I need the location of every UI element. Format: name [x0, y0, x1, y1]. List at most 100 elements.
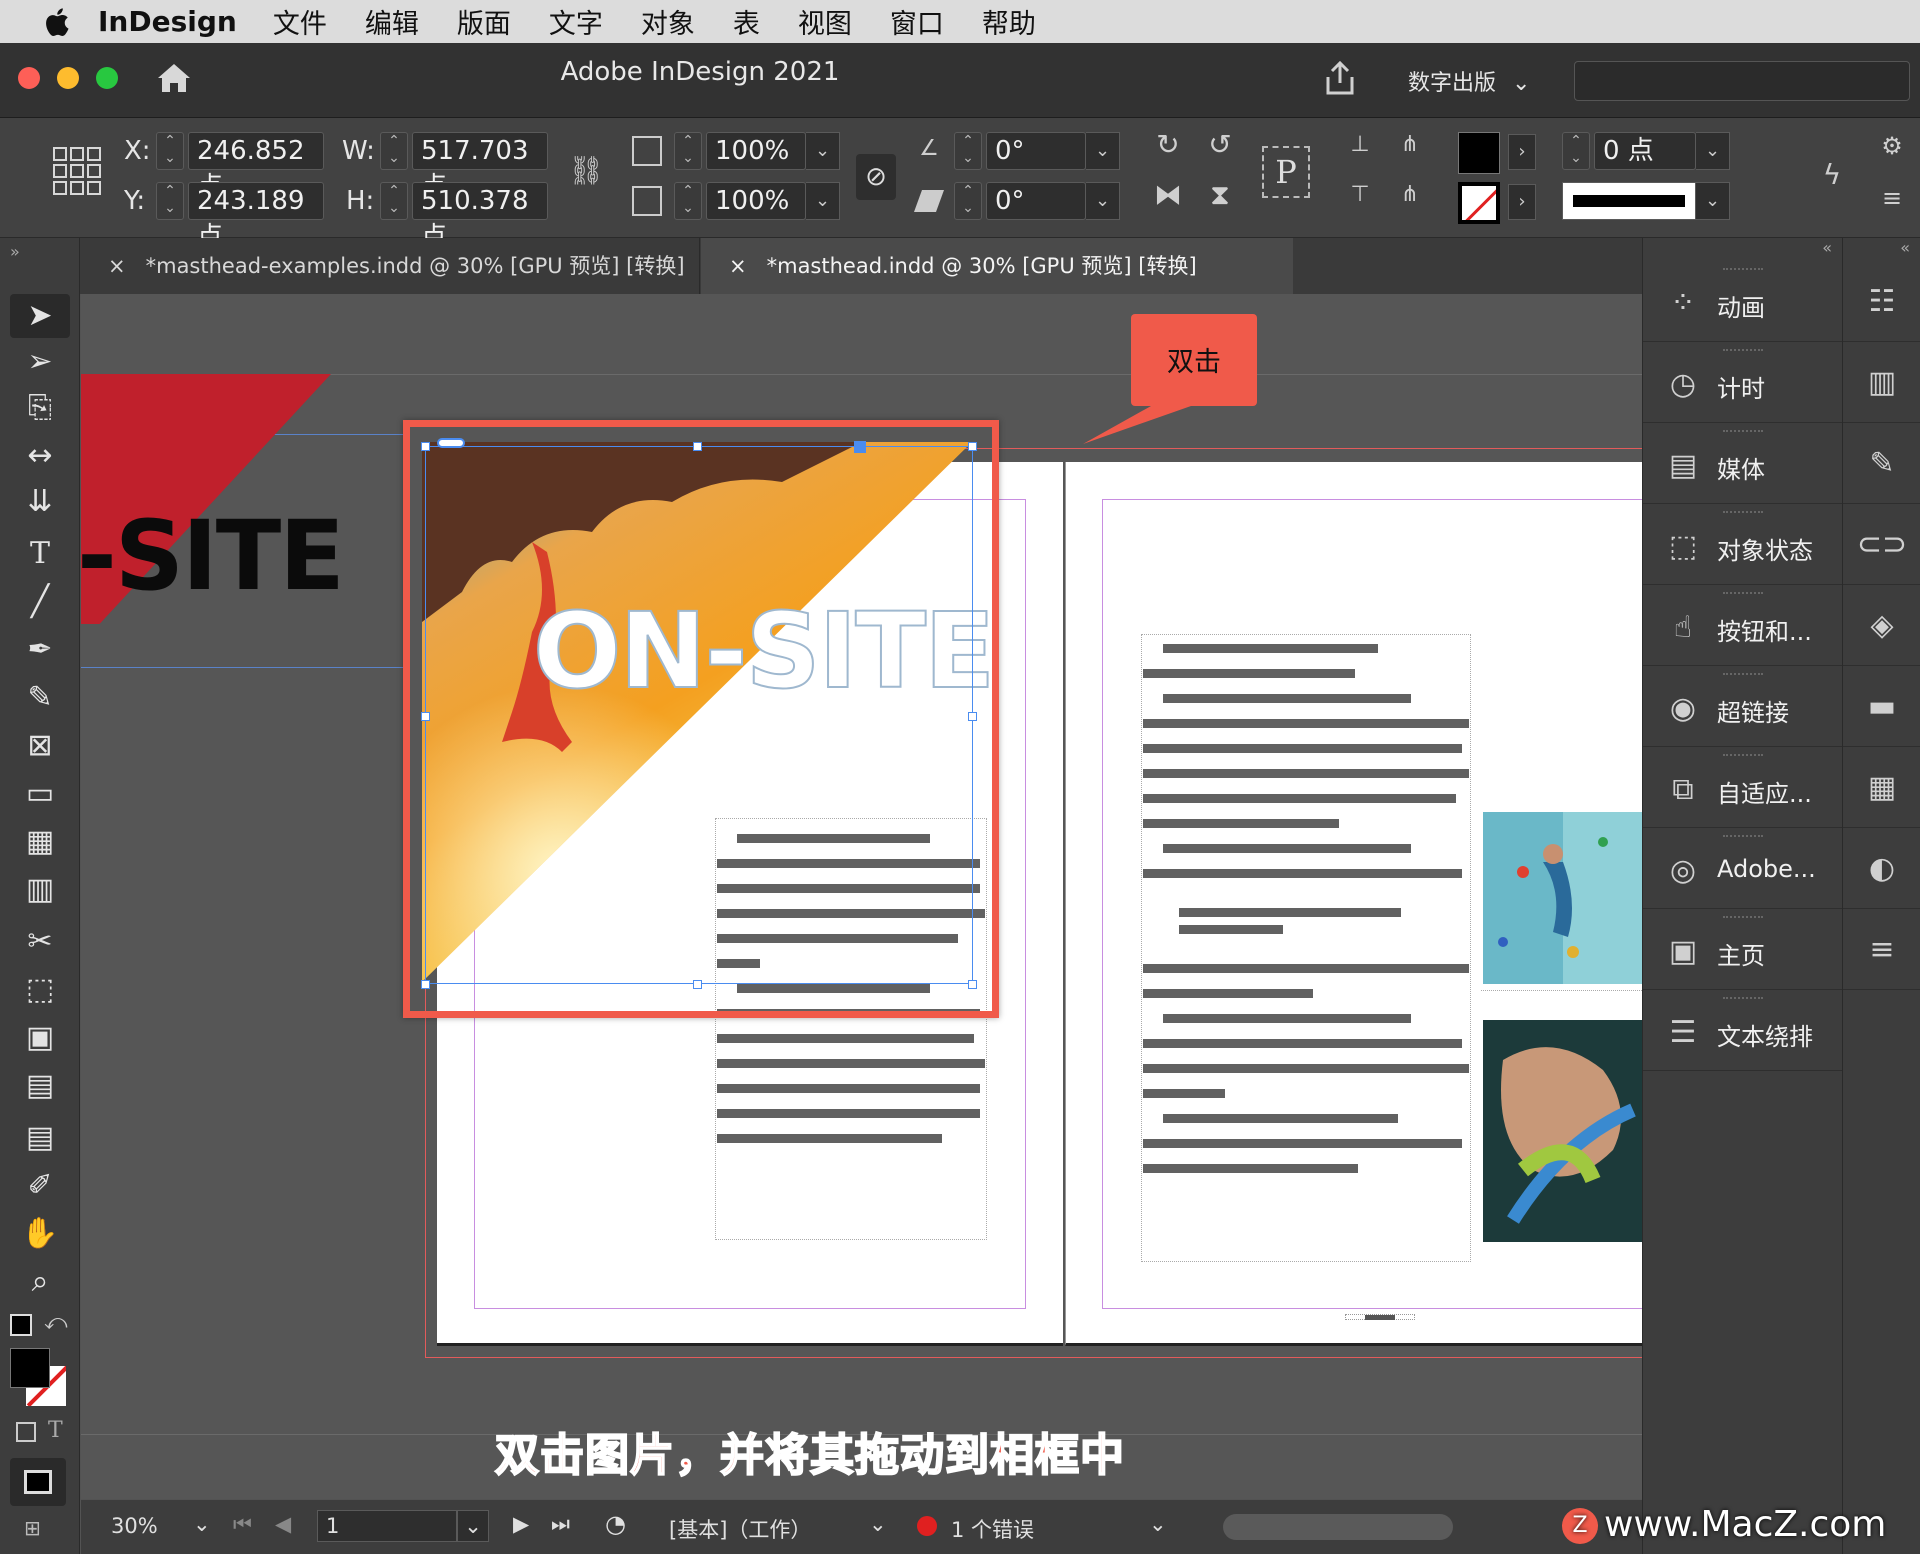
- note-tool-icon[interactable]: ▤: [0, 1116, 80, 1160]
- scale-y-stepper[interactable]: ⌃ ⌄: [674, 182, 702, 220]
- horizontal-scrollbar[interactable]: [1223, 1514, 1453, 1540]
- panel-timing[interactable]: ◷ 计时: [1643, 343, 1843, 423]
- select-container-icon[interactable]: ⊥: [1340, 132, 1380, 157]
- share-icon[interactable]: [1322, 59, 1358, 97]
- formatting-text-icon[interactable]: T: [48, 1418, 63, 1443]
- gradient-icon[interactable]: ▬: [1843, 667, 1920, 747]
- constrain-proportions-icon[interactable]: ⛓: [566, 154, 606, 187]
- cc-libraries-icon[interactable]: ▥: [1843, 343, 1920, 423]
- screen-mode-button[interactable]: [10, 1458, 66, 1506]
- flip-vertical-icon[interactable]: ⧗: [1200, 178, 1240, 212]
- rotate-dropdown[interactable]: ⌄: [1086, 132, 1120, 170]
- content-collector-icon[interactable]: ⇊: [0, 480, 80, 524]
- preflight-profile[interactable]: [基本]（工作）: [669, 1514, 811, 1544]
- menu-layout[interactable]: 版面: [457, 2, 511, 41]
- shear-dropdown[interactable]: ⌄: [1086, 182, 1120, 220]
- collapse-panel-icon[interactable]: «: [1822, 238, 1832, 257]
- y-field[interactable]: 243.189 点: [188, 182, 324, 252]
- panel-pages[interactable]: ▣ 主页: [1643, 910, 1843, 990]
- tab-masthead-examples[interactable]: × *masthead-examples.indd @ 30% [GPU 预览] …: [80, 238, 700, 294]
- gradient-swatch-tool-icon[interactable]: ▣: [0, 1016, 80, 1060]
- hand-tool-icon[interactable]: ✋: [0, 1212, 80, 1256]
- h-field[interactable]: 510.378 点: [412, 182, 548, 252]
- profile-dropdown-icon[interactable]: ⌄: [869, 1512, 887, 1536]
- swatches-icon[interactable]: ▦: [1843, 748, 1920, 828]
- shear-stepper[interactable]: ⌃ ⌄: [954, 182, 982, 220]
- stroke-swatch[interactable]: [1458, 182, 1500, 224]
- select-next-icon[interactable]: ⋔: [1390, 182, 1430, 207]
- edit-icon[interactable]: ✎: [1843, 424, 1920, 504]
- scale-x-field[interactable]: 100%: [706, 132, 806, 170]
- gradient-feather-tool-icon[interactable]: ▤: [0, 1064, 80, 1108]
- selection-tool-icon[interactable]: ➤: [10, 294, 70, 338]
- last-page-icon[interactable]: ⏭: [551, 1512, 570, 1537]
- swap-colors-icon[interactable]: ⤺: [44, 1310, 68, 1335]
- close-icon[interactable]: ×: [729, 254, 747, 278]
- stroke-weight-stepper[interactable]: ⌃ ⌄: [1562, 132, 1590, 170]
- panel-animation[interactable]: ⁘ 动画: [1643, 262, 1843, 342]
- gap-tool-icon[interactable]: ↔: [0, 434, 80, 478]
- line-tool-icon[interactable]: ╱: [0, 580, 80, 624]
- search-field[interactable]: [1574, 61, 1910, 101]
- x-stepper[interactable]: ⌃ ⌄: [156, 132, 184, 170]
- errors-dropdown-icon[interactable]: ⌄: [1149, 1512, 1167, 1536]
- rope-hands-photo[interactable]: [1483, 1020, 1642, 1242]
- menu-file[interactable]: 文件: [273, 2, 327, 41]
- panel-liquid-layout[interactable]: ⧉ 自适应...: [1643, 748, 1843, 828]
- color-icon[interactable]: ◐: [1843, 829, 1920, 909]
- rotate-stepper[interactable]: ⌃ ⌄: [954, 132, 982, 170]
- stroke-menu-button[interactable]: ›: [1508, 184, 1536, 220]
- rotate-field[interactable]: 0°: [986, 132, 1086, 170]
- table-tool-icon[interactable]: ▦: [0, 820, 80, 864]
- preflight-profile-icon[interactable]: ◔: [605, 1510, 626, 1538]
- w-stepper[interactable]: ⌃ ⌄: [380, 132, 408, 170]
- page-dropdown-icon[interactable]: ⌄: [457, 1510, 489, 1542]
- link-scale-icon[interactable]: ⊘: [856, 154, 896, 200]
- pasteboard-headline[interactable]: -SITE: [81, 500, 345, 612]
- flip-horizontal-icon[interactable]: ⧓: [1148, 178, 1188, 211]
- grid-tool-icon[interactable]: ▥: [0, 868, 80, 912]
- next-page-icon[interactable]: ▶: [513, 1512, 529, 1536]
- view-options-icon[interactable]: ⊞: [24, 1516, 41, 1540]
- menu-help[interactable]: 帮助: [982, 2, 1036, 41]
- panel-buttons[interactable]: ☝ 按钮和...: [1643, 586, 1843, 666]
- rotate-cw-icon[interactable]: ↻: [1148, 128, 1188, 161]
- error-count[interactable]: 1 个错误: [951, 1514, 1034, 1544]
- stroke-type-field[interactable]: [1562, 182, 1696, 220]
- menu-window[interactable]: 窗口: [890, 2, 944, 41]
- tab-masthead[interactable]: × *masthead.indd @ 30% [GPU 预览] [转换]: [701, 238, 1293, 294]
- properties-icon[interactable]: ☷: [1843, 262, 1920, 342]
- panel-media[interactable]: ▤ 媒体: [1643, 424, 1843, 504]
- pen-tool-icon[interactable]: ✒: [0, 628, 80, 672]
- panel-text-wrap[interactable]: ☰ 文本绕排: [1643, 991, 1843, 1071]
- layers-icon[interactable]: ◈: [1843, 586, 1920, 666]
- rectangle-tool-icon[interactable]: ▭: [0, 772, 80, 816]
- stroke-panel-icon[interactable]: ≡: [1843, 910, 1920, 990]
- stroke-weight-field[interactable]: 0 点: [1594, 132, 1696, 170]
- select-content-icon[interactable]: ⊤: [1340, 182, 1380, 207]
- eyedropper-tool-icon[interactable]: ✐: [0, 1164, 80, 1208]
- collapse-dock-icon[interactable]: «: [1900, 238, 1910, 257]
- quick-apply-icon[interactable]: ϟ: [1814, 158, 1850, 191]
- shear-field[interactable]: 0°: [986, 182, 1086, 220]
- apple-icon[interactable]: [40, 4, 76, 40]
- scale-y-field[interactable]: 100%: [706, 182, 806, 220]
- zoom-tool-icon[interactable]: ⌕: [0, 1260, 80, 1304]
- zoom-dropdown-icon[interactable]: ⌄: [193, 1512, 211, 1536]
- h-stepper[interactable]: ⌃ ⌄: [380, 182, 408, 220]
- app-menu[interactable]: InDesign: [98, 5, 237, 38]
- menu-table[interactable]: 表: [733, 2, 760, 41]
- page-number-field[interactable]: 1: [317, 1510, 457, 1542]
- direct-selection-tool-icon[interactable]: ➢: [0, 340, 80, 384]
- pencil-tool-icon[interactable]: ✎: [0, 676, 80, 720]
- fill-swatch[interactable]: [1458, 132, 1500, 174]
- fill-color-box[interactable]: [10, 1348, 50, 1388]
- panel-hyperlinks[interactable]: ◉ 超链接: [1643, 667, 1843, 747]
- first-page-icon[interactable]: ⏮: [233, 1512, 252, 1537]
- menu-view[interactable]: 视图: [798, 2, 852, 41]
- zoom-level[interactable]: 30%: [111, 1514, 158, 1538]
- climbing-wall-photo[interactable]: [1483, 812, 1642, 984]
- workspace-switcher[interactable]: 数字出版 ⌄: [1408, 65, 1530, 97]
- menu-object[interactable]: 对象: [641, 2, 695, 41]
- rotate-ccw-icon[interactable]: ↺: [1200, 128, 1240, 161]
